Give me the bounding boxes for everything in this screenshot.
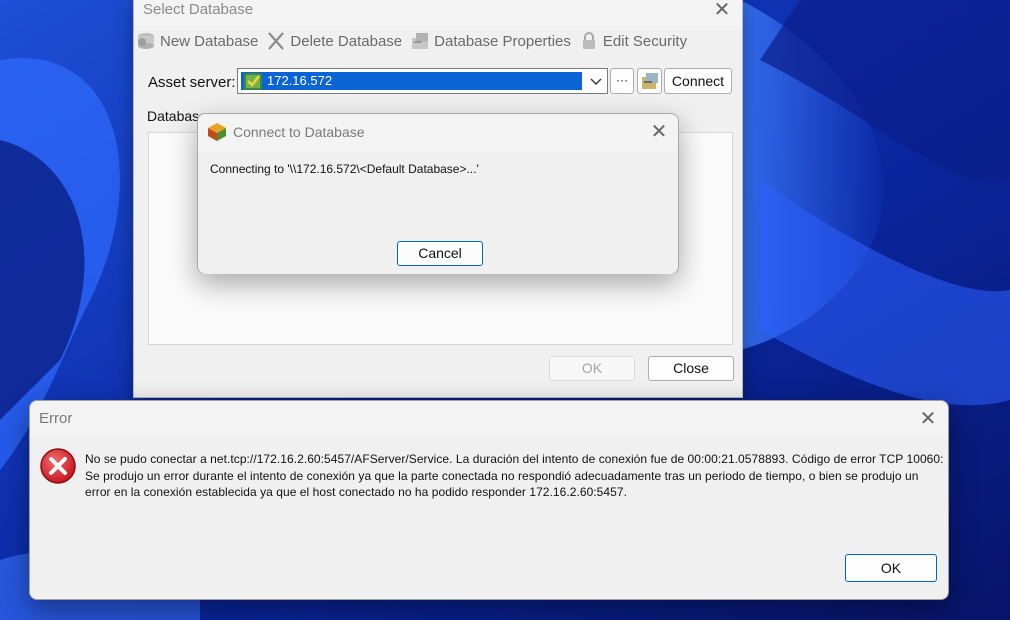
properties-icon: [642, 73, 658, 89]
error-dialog: Error ✕ No se pudo conectar a net.tcp://…: [29, 400, 949, 600]
server-properties-button[interactable]: [637, 68, 662, 94]
asset-server-label: Asset server:: [148, 74, 236, 91]
new-database-label: New Database: [160, 32, 259, 50]
asset-server-value: 172.16.572: [241, 72, 582, 90]
asset-server-combobox[interactable]: 172.16.572: [237, 68, 608, 94]
edit-security-label: Edit Security: [602, 32, 688, 50]
connect-button[interactable]: Connect: [664, 68, 732, 94]
cancel-button[interactable]: Cancel: [397, 241, 483, 266]
error-circle-x-icon: [40, 448, 76, 484]
close-button[interactable]: Close: [648, 356, 734, 381]
server-icon: [244, 73, 262, 90]
window-title: Select Database: [143, 1, 254, 18]
lock-icon: [582, 32, 595, 49]
database-properties-button[interactable]: Database Properties: [410, 32, 571, 50]
new-database-button[interactable]: New Database: [136, 32, 258, 50]
title-bar: Select Database ✕: [134, 0, 742, 27]
title-bar: Error ✕: [30, 401, 948, 437]
edit-security-button[interactable]: Edit Security: [579, 32, 687, 50]
ok-button[interactable]: OK: [549, 356, 635, 381]
connecting-message: Connecting to '\\172.16.572\<Default Dat…: [210, 162, 479, 176]
new-database-icon: [138, 33, 154, 49]
toolbar: New Database Delete Database Database Pr…: [134, 28, 742, 54]
close-icon[interactable]: ✕: [908, 409, 948, 433]
delete-database-label: Delete Database: [290, 32, 403, 50]
database-properties-label: Database Properties: [434, 32, 571, 50]
database-properties-icon: [412, 33, 429, 49]
connect-to-database-dialog: Connect to Database ✕ Connecting to '\\1…: [197, 113, 679, 274]
chevron-down-icon[interactable]: [589, 74, 603, 88]
dialog-body: Connecting to '\\172.16.572\<Default Dat…: [198, 152, 678, 274]
browse-button[interactable]: ···: [610, 68, 634, 94]
dialog-title: Error: [39, 410, 73, 427]
af-cube-icon: [208, 123, 226, 141]
close-icon[interactable]: ✕: [639, 122, 679, 146]
dialog-title: Connect to Database: [233, 124, 365, 140]
close-icon[interactable]: ✕: [702, 0, 742, 24]
delete-x-icon: [268, 32, 285, 50]
delete-database-button[interactable]: Delete Database: [266, 32, 402, 50]
error-message: No se pudo conectar a net.tcp://172.16.2…: [85, 452, 944, 499]
ok-button[interactable]: OK: [845, 554, 937, 582]
